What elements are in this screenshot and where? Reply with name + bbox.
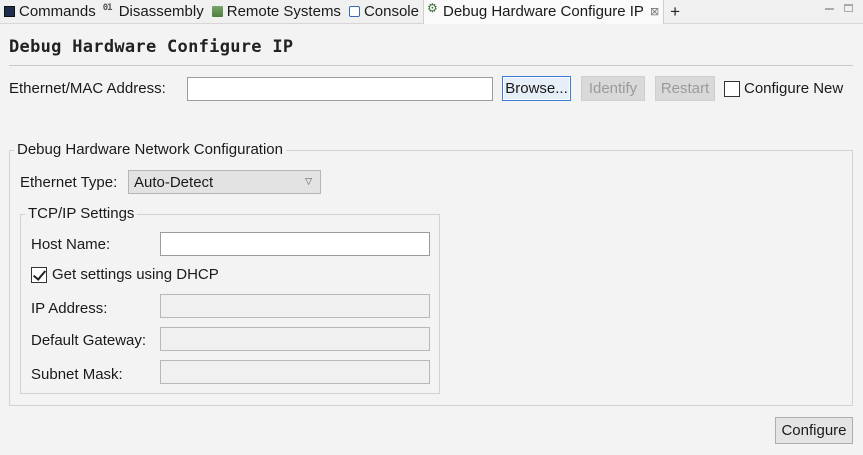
subnet-mask-label: Subnet Mask:: [31, 366, 123, 383]
browse-button[interactable]: Browse...: [502, 76, 571, 101]
tab-commands[interactable]: Commands: [0, 0, 100, 24]
default-gateway-input[interactable]: [160, 327, 430, 351]
ethernet-type-value: Auto-Detect: [134, 173, 214, 191]
title-divider: [9, 65, 853, 66]
tab-disassembly[interactable]: Disassembly: [100, 0, 208, 24]
network-config-title: Debug Hardware Network Configuration: [14, 141, 286, 158]
tab-label: Disassembly: [118, 3, 204, 20]
tcpip-settings-title: TCP/IP Settings: [25, 205, 138, 222]
identify-button[interactable]: Identify: [581, 76, 645, 101]
restart-button[interactable]: Restart: [655, 76, 715, 101]
ethernet-type-select[interactable]: Auto-Detect ▽: [128, 170, 321, 194]
tab-console[interactable]: Console: [345, 0, 423, 24]
mac-address-label: Ethernet/MAC Address:: [9, 80, 166, 97]
tab-bar: Commands Disassembly Remote Systems Cons…: [0, 0, 863, 24]
ip-address-input[interactable]: [160, 294, 430, 318]
close-tab-icon[interactable]: ⊠: [650, 5, 659, 18]
disassembly-icon: [103, 3, 115, 17]
remote-systems-icon: [211, 6, 223, 17]
maximize-icon[interactable]: [844, 4, 853, 12]
ethernet-type-label: Ethernet Type:: [20, 174, 118, 191]
tab-remote-systems[interactable]: Remote Systems: [208, 0, 345, 24]
host-name-input[interactable]: [160, 232, 430, 256]
tab-label: Remote Systems: [226, 3, 341, 20]
tab-label: Commands: [19, 3, 96, 20]
chevron-down-icon: ▽: [305, 176, 312, 186]
dhcp-checkbox[interactable]: [31, 267, 47, 283]
tab-label: Console: [363, 3, 419, 20]
commands-icon: [4, 6, 15, 17]
page-title: Debug Hardware Configure IP: [9, 37, 294, 57]
configure-new-checkbox[interactable]: [724, 81, 740, 97]
dhcp-label: Get settings using DHCP: [52, 266, 219, 283]
default-gateway-label: Default Gateway:: [31, 332, 147, 349]
host-name-label: Host Name:: [31, 236, 111, 253]
ip-address-label: IP Address:: [31, 300, 108, 317]
tab-label: Debug Hardware Configure IP: [442, 3, 644, 20]
configure-new-label: Configure New: [744, 80, 844, 97]
subnet-mask-input[interactable]: [160, 360, 430, 384]
view-controls: [825, 2, 853, 12]
add-tab-button[interactable]: +: [664, 2, 686, 22]
tab-debug-hardware-configure-ip[interactable]: Debug Hardware Configure IP ⊠: [422, 0, 665, 24]
minimize-icon[interactable]: [825, 8, 834, 10]
console-icon: [348, 6, 360, 17]
configure-button[interactable]: Configure: [775, 417, 853, 444]
debug-hardware-icon: [427, 1, 439, 17]
mac-address-input[interactable]: [187, 77, 493, 101]
